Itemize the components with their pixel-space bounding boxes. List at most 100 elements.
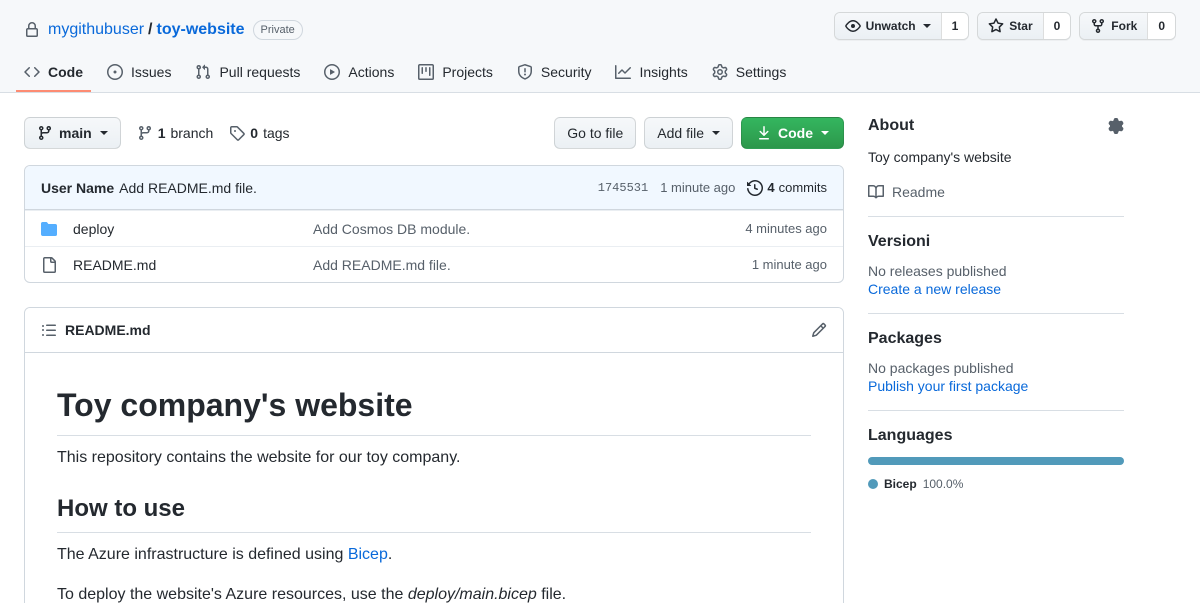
readme-paragraph-1: This repository contains the website for…	[57, 449, 461, 466]
star-button[interactable]: Star	[978, 13, 1043, 39]
file-name-link[interactable]: deploy	[73, 221, 313, 237]
play-icon	[324, 64, 341, 80]
tab-issues[interactable]: Issues	[99, 56, 179, 92]
repo-owner-link[interactable]: mygithubuser	[48, 21, 144, 39]
unwatch-button[interactable]: Unwatch	[834, 13, 941, 39]
lock-icon	[24, 22, 40, 38]
commit-sha[interactable]: 1745531	[598, 181, 648, 195]
pencil-icon[interactable]	[811, 322, 827, 338]
file-name-link[interactable]: README.md	[73, 257, 313, 273]
chevron-down-icon	[99, 131, 108, 135]
star-label: Star	[1009, 19, 1033, 33]
repo-path-separator: /	[148, 21, 153, 38]
language-bar-segment[interactable]	[868, 457, 1124, 465]
git-branch-icon	[137, 125, 153, 141]
branches-count: 1	[157, 125, 166, 141]
repo-nav-tabs: Code Issues Pull requests Actions Projec	[16, 56, 794, 92]
branches-label: branch	[170, 125, 214, 141]
create-release-link[interactable]: Create a new release	[868, 281, 1001, 297]
history-icon	[747, 179, 764, 196]
page-body: main 1 branch 0 tags Go to file Add file…	[0, 93, 1200, 603]
go-to-file-button[interactable]: Go to file	[554, 117, 637, 149]
packages-title: Packages	[868, 330, 942, 347]
tag-icon	[229, 125, 246, 141]
about-section: About Toy company's website Readme	[868, 117, 1124, 216]
eye-icon	[844, 18, 861, 34]
readme-paragraph-2: The Azure infrastructure is defined usin…	[57, 543, 811, 567]
readme-p3-post: file.	[536, 586, 567, 603]
code-button-label: Code	[778, 125, 813, 141]
book-icon	[868, 184, 884, 200]
language-bar	[868, 457, 1124, 465]
list-unordered-icon[interactable]	[41, 322, 57, 338]
readme-sidebar-link[interactable]: Readme	[868, 184, 1124, 200]
tab-issues-label: Issues	[131, 64, 172, 80]
language-name: Bicep	[884, 477, 917, 491]
tab-actions[interactable]: Actions	[316, 56, 402, 92]
unwatch-button-group[interactable]: Unwatch 1	[833, 12, 970, 40]
commit-message[interactable]: Add README.md file.	[119, 180, 257, 196]
code-download-button[interactable]: Code	[741, 117, 844, 149]
add-file-button[interactable]: Add file	[644, 117, 733, 149]
languages-title: Languages	[868, 427, 953, 444]
repo-header: mygithubuser / toy-website Private Unwat…	[0, 0, 1200, 93]
tab-insights[interactable]: Insights	[607, 56, 695, 92]
tab-settings[interactable]: Settings	[704, 56, 795, 92]
git-pull-request-icon	[195, 64, 211, 80]
language-legend-item[interactable]: Bicep 100.0%	[868, 477, 1124, 491]
packages-empty-text: No packages published	[868, 360, 1014, 376]
branches-link[interactable]: 1 branch	[137, 125, 214, 141]
releases-header: Versioni	[868, 233, 1124, 251]
commit-meta: 1745531 1 minute ago 4 commits	[598, 179, 827, 196]
commit-author[interactable]: User Name	[41, 180, 114, 196]
commit-time: 1 minute ago	[660, 180, 736, 195]
about-header: About	[868, 117, 1124, 135]
readme-heading-2: How to use	[57, 494, 811, 533]
folder-icon	[41, 221, 57, 237]
fork-icon	[1090, 18, 1106, 34]
issue-opened-icon	[107, 64, 123, 80]
tab-security[interactable]: Security	[509, 56, 600, 92]
tags-count: 0	[250, 125, 259, 141]
language-percent: 100.0%	[922, 477, 964, 491]
tab-projects[interactable]: Projects	[410, 56, 501, 92]
fork-button[interactable]: Fork	[1080, 13, 1148, 39]
releases-section: Versioni No releases published Create a …	[868, 233, 1124, 313]
repo-header-actions: Unwatch 1 Star 0 Fork 0	[833, 12, 1176, 40]
about-title: About	[868, 117, 915, 134]
tab-settings-label: Settings	[735, 64, 787, 80]
readme-header: README.md	[25, 308, 843, 353]
releases-empty-text: No releases published	[868, 263, 1007, 279]
fork-button-group[interactable]: Fork 0	[1079, 12, 1176, 40]
bicep-link[interactable]: Bicep	[348, 546, 388, 563]
commits-history-link[interactable]: 4 commits	[747, 179, 827, 196]
tab-code[interactable]: Code	[16, 56, 91, 92]
star-button-group[interactable]: Star 0	[977, 12, 1072, 40]
branch-selector-button[interactable]: main	[24, 117, 121, 149]
commits-count-label: commits	[778, 180, 827, 195]
file-commit-message[interactable]: Add README.md file.	[313, 257, 752, 273]
fork-label: Fork	[1111, 19, 1138, 33]
file-commit-message[interactable]: Add Cosmos DB module.	[313, 221, 745, 237]
tab-projects-label: Projects	[442, 64, 493, 80]
file-commit-time: 1 minute ago	[751, 257, 827, 272]
publish-package-link[interactable]: Publish your first package	[868, 378, 1028, 394]
readme-sidebar-label: Readme	[892, 184, 945, 200]
chevron-down-icon	[821, 131, 829, 135]
gear-icon[interactable]	[1108, 118, 1124, 134]
tab-code-label: Code	[48, 64, 83, 80]
table-row[interactable]: README.md Add README.md file. 1 minute a…	[25, 246, 843, 282]
divider	[868, 216, 1124, 217]
commits-count-value: 4	[767, 180, 775, 195]
releases-title: Versioni	[868, 233, 931, 250]
code-icon	[24, 64, 40, 80]
tags-link[interactable]: 0 tags	[229, 125, 290, 141]
table-row[interactable]: deploy Add Cosmos DB module. 4 minutes a…	[25, 210, 843, 246]
about-description: Toy company's website	[868, 149, 1012, 165]
repo-name-link[interactable]: toy-website	[157, 21, 245, 39]
download-icon	[756, 125, 772, 141]
star-count: 0	[1042, 13, 1071, 39]
latest-commit-bar: User Name Add README.md file. 1745531 1 …	[25, 166, 843, 210]
readme-p3-pre: To deploy the website's Azure resources,…	[57, 586, 408, 603]
tab-pull-requests[interactable]: Pull requests	[187, 56, 308, 92]
